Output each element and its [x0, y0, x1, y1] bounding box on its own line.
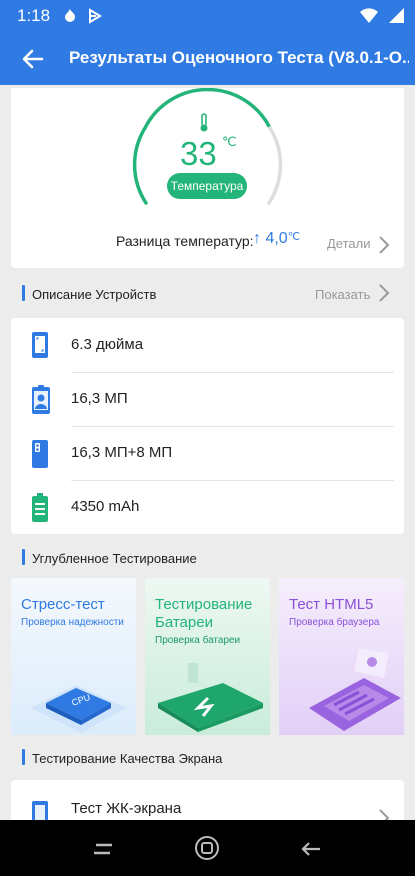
cpu-chip-icon: CPU [31, 685, 126, 733]
tile-subtitle: Проверка надежности [21, 617, 124, 628]
temperature-diff-number: ↑ 4,0 [253, 230, 288, 247]
phone-screen-icon [32, 332, 48, 358]
details-link[interactable]: Детали [327, 236, 371, 251]
temperature-diff-value: ↑ 4,0℃ [253, 230, 300, 248]
notification-app-icon [65, 9, 75, 22]
back-arrow-icon[interactable] [20, 46, 46, 72]
battery-icon [32, 493, 48, 522]
status-time: 1:18 [17, 6, 51, 25]
show-devices-link[interactable]: Показать [315, 287, 370, 302]
temperature-unit: ℃ [222, 134, 237, 149]
tile-title: Тестирование Батареи [155, 596, 253, 631]
tile-title: Тест HTML5 [289, 596, 374, 613]
list-item: 16,3 МП+8 МП [11, 426, 404, 480]
rear-camera-label: 16,3 МП+8 МП [71, 444, 173, 461]
device-list: 6.3 дюйма 16,3 МП 16,3 МП+8 МП 4350 mAh [11, 318, 404, 534]
tile-subtitle: Проверка браузера [289, 617, 380, 628]
tile-title: Стресс-тест [21, 596, 105, 613]
home-icon[interactable] [194, 835, 220, 861]
advanced-section-title: Углубленное Тестирование [32, 551, 197, 566]
html5-test-tile[interactable]: Тест HTML5 Проверка браузера [279, 578, 404, 735]
device-section-title: Описание Устройств [32, 287, 157, 302]
battery-test-tile[interactable]: Тестирование Батареи Проверка батареи [145, 578, 270, 735]
chevron-right-icon[interactable] [378, 283, 390, 303]
recent-apps-icon[interactable] [92, 839, 114, 859]
wifi-icon [360, 8, 378, 23]
thermometer-icon [200, 113, 208, 132]
temperature-value: 33 [180, 135, 217, 172]
screen-size-label: 6.3 дюйма [71, 336, 144, 353]
temperature-badge: Температура [167, 173, 247, 199]
chevron-right-icon[interactable] [378, 235, 390, 255]
temperature-diff-unit: ℃ [287, 231, 301, 243]
lcd-test-label: Тест ЖК-экрана [71, 800, 182, 817]
section-marker [22, 749, 25, 765]
list-item: 4350 mAh [11, 480, 404, 534]
notification-play-icon [89, 8, 102, 24]
signal-icon [389, 8, 404, 23]
tile-subtitle: Проверка батареи [155, 635, 241, 646]
back-nav-icon[interactable] [300, 839, 322, 859]
browser-illustration [309, 648, 401, 731]
stress-test-tile[interactable]: Стресс-тест Проверка надежности CPU [11, 578, 136, 735]
status-bar: 1:18 [0, 0, 415, 32]
front-camera-icon [32, 385, 50, 414]
screen-section-title: Тестирование Качества Экрана [32, 751, 223, 766]
page-title: Результаты Оценочного Теста (V8.0.1-O... [69, 48, 409, 67]
list-item: 16,3 МП [11, 372, 404, 426]
battery-charge-illustration [158, 663, 263, 732]
rear-camera-icon [32, 440, 48, 468]
section-marker [22, 549, 25, 565]
system-navigation-bar [0, 820, 415, 876]
temperature-diff-label: Разница температур: [116, 233, 254, 249]
battery-capacity-label: 4350 mAh [71, 498, 140, 515]
front-camera-label: 16,3 МП [71, 390, 128, 407]
section-marker [22, 285, 25, 301]
list-item: 6.3 дюйма [11, 318, 404, 372]
app-header: 1:18 Результаты Оценочного Теста (V8.0.1… [0, 0, 415, 85]
